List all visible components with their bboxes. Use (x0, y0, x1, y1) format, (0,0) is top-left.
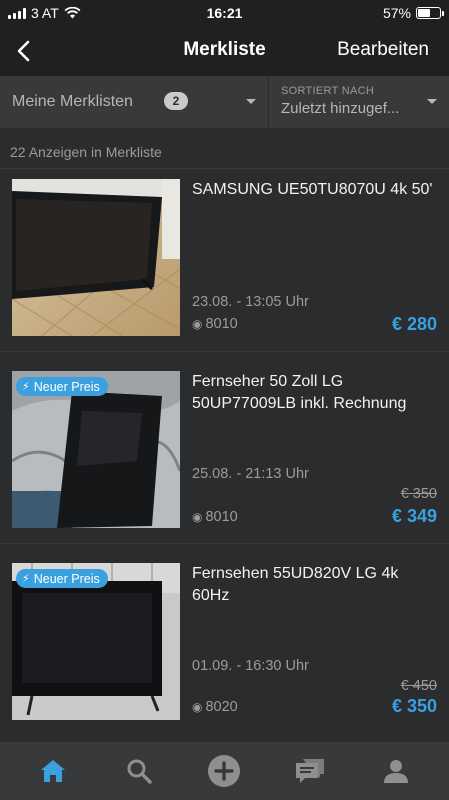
chevron-down-icon (427, 99, 437, 104)
search-icon (127, 759, 152, 784)
lightning-icon: ⚡ (22, 381, 30, 393)
location-pin-icon: ◉ (192, 700, 203, 714)
status-time: 16:21 (206, 5, 243, 21)
sort-dropdown[interactable]: SORTIERT NACH Zuletzt hinzugef... (269, 76, 449, 128)
status-right: 57% (382, 5, 444, 21)
divider (0, 543, 449, 553)
lists-dropdown[interactable]: Meine Merklisten 2 (0, 76, 269, 128)
listing-title: Fernseher 50 Zoll LG 50UP77009LB inkl. R… (192, 373, 407, 412)
chevron-down-icon (246, 99, 256, 104)
new-price-tag: ⚡ Neuer Preis (16, 377, 108, 396)
listing-image: ⚡ Neuer Preis (12, 563, 180, 720)
lists-label: Meine Merklisten (12, 93, 133, 110)
tag-label: Neuer Preis (33, 379, 100, 394)
listing-image (12, 179, 180, 336)
listing-item[interactable]: SAMSUNG UE50TU8070U 4k 50' 23.08. - 13:0… (0, 169, 449, 351)
battery-percent: 57% (382, 5, 411, 21)
listing-location: ◉ 8020 (192, 699, 238, 715)
listing-title: SAMSUNG UE50TU8070U 4k 50' (192, 181, 433, 198)
battery-icon (416, 7, 444, 19)
tab-messages[interactable] (285, 746, 335, 796)
messages-icon (296, 759, 325, 783)
listing-price: € 280 (391, 314, 437, 334)
home-icon (40, 760, 65, 782)
listing-image: ⚡ Neuer Preis (12, 371, 180, 528)
listing-item[interactable]: ⚡ Neuer Preis Fernseher 50 Zoll LG 50UP7… (0, 361, 449, 543)
profile-icon (384, 760, 409, 783)
sort-value: Zuletzt hinzugef... (281, 100, 400, 117)
location-zip: 8020 (205, 699, 238, 715)
listing-location: ◉ 8010 (192, 316, 238, 332)
add-icon (208, 755, 241, 787)
sort-caption: SORTIERT NACH (281, 85, 375, 97)
status-bar: 3 AT 16:21 57% (0, 0, 449, 26)
location-pin-icon: ◉ (192, 317, 203, 331)
lists-count-badge: 2 (164, 92, 188, 110)
listing-price: € 349 (391, 506, 437, 526)
tab-home[interactable] (28, 746, 78, 796)
filter-bar: Meine Merklisten 2 SORTIERT NACH Zuletzt… (0, 76, 449, 128)
listing-date: 23.08. - 13:05 Uhr (192, 294, 309, 310)
listing-date: 25.08. - 21:13 Uhr (192, 466, 309, 482)
listing-date: 01.09. - 16:30 Uhr (192, 658, 309, 674)
tab-profile[interactable] (371, 746, 421, 796)
lightning-icon: ⚡ (22, 573, 30, 585)
new-price-tag: ⚡ Neuer Preis (16, 569, 108, 588)
location-zip: 8010 (205, 316, 238, 332)
listing-old-price: € 450 (400, 678, 437, 694)
tab-bar (0, 742, 449, 800)
divider (0, 351, 449, 361)
location-zip: 8010 (205, 509, 238, 525)
listing-old-price: € 350 (400, 486, 437, 502)
listing-title: Fernsehen 55UD820V LG 4k 60Hz (192, 565, 399, 604)
listing-count: 22 Anzeigen in Merkliste (10, 144, 162, 160)
listing-price: € 350 (391, 696, 437, 716)
edit-button[interactable]: Bearbeiten (337, 39, 429, 61)
tab-search[interactable] (114, 746, 164, 796)
location-pin-icon: ◉ (192, 510, 203, 524)
tab-add[interactable] (199, 746, 249, 796)
nav-bar: Merkliste Bearbeiten (0, 26, 449, 76)
listing-location: ◉ 8010 (192, 509, 238, 525)
listing-item[interactable]: ⚡ Neuer Preis Fernsehen 55UD820V LG 4k 6… (0, 553, 449, 735)
tag-label: Neuer Preis (33, 571, 100, 586)
